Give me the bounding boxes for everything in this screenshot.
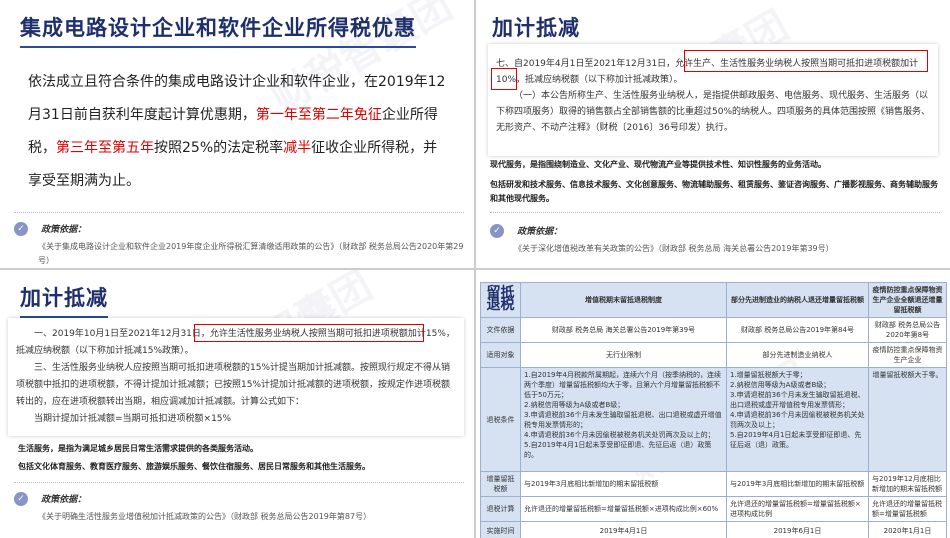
table-row: 实施时间 2019年4月1日 2019年6月1日 2020年1月1日 [480,521,947,538]
panel-super-deduction-15: 财税智囊团 加计抵减 一、2019年10月1日至2021年12月31日，允许生活… [0,270,474,538]
check-icon: ✓ [490,223,504,238]
table-cell: 与2019年3月底相比新增加的期末留抵税额 [520,471,727,497]
basis-label: 政策依据： [517,227,563,237]
definition-text: 生活服务，是指为满足城乡居民日常生活需求提供的各类服务活动。 [18,444,258,453]
basis-label: 政策依据： [41,225,87,235]
policy-basis: ✓ 政策依据： 《关于明确生活性服务业增值税加计抵减政策的公告》（财政部 税务总… [14,488,464,524]
divider [490,212,940,213]
highlight-text: 第三年至第五年 [56,140,154,156]
basis-text: 《关于深化增值税改革有关政策的公告》（财政部 税务总局 海关总署公告2019年第… [514,244,834,253]
highlight-text: 第一年至第二年免征 [255,107,382,123]
table-row: 文件依据 财政部 税务总局 海关总署公告2019年第39号 财政部 税务总局公告… [480,317,947,343]
policy-excerpt: 一、2019年10月1日至2021年12月31日，允许生活性服务业纳税人按照当期… [8,318,464,436]
divider [14,212,464,213]
table-cell: 疫情防控重点保障物资生产企业 [868,342,947,368]
table-cell: 1.自2019年4月税款所属期起，连续六个月（按季纳税的，连续两个季度）增量留抵… [520,367,727,472]
highlight-box [491,68,517,90]
table-row: 退税计算 允许退还的增量留抵税额=增量留抵税额×进项构成比例×60% 允许退还的… [480,496,947,522]
table-title-cell: 留抵退税 [480,282,521,318]
table-cell: 允许退还的增量留抵税额=增量留抵税额×进项构成比例 [726,496,869,522]
text-seg: 按照25%的法定税率 [154,140,284,156]
table-row: 退税条件 1.自2019年4月税款所属期起，连续六个月（按季纳税的，连续两个季度… [480,367,947,472]
table-cell: 1.增量留抵税额大于零； 2.纳税信用等级为A级或者B级； 3.申请退税前36个… [726,367,869,472]
panel-super-deduction-10: 财税智囊团 加计抵减 七、自2019年4月1日至2021年12月31日，允许生产… [476,0,950,268]
row-label: 实施时间 [480,521,521,538]
scope-text: 包括文化体育服务、教育医疗服务、旅游娱乐服务、餐饮住宿服务、居民日常服务和其他生… [18,462,370,471]
table-cell: 2020年1月1日 [868,521,947,538]
table-cell: 财政部 税务总局公告2020年第8号 [868,317,947,343]
highlight-box [684,50,928,72]
basis-text: 《关于集成电路设计企业和软件企业2019年度企业所得税汇算清缴适用政策的公告》（… [38,242,464,265]
row-label: 退税条件 [480,367,521,472]
slide-grid: 财税智囊团 集成电路设计企业和软件企业所得税优惠 依法成立且符合条件的集成电路设… [0,0,950,538]
vat-refund-table: 留抵退税 增值税期末留抵退税制度 部分先进制造业的纳税人退还增量留抵税额 疫情防… [480,282,947,538]
table-cell: 允许退还的增量留抵税额=增量留抵税额×进项构成比例×60% [520,496,727,522]
text-seg: （一）本公告所称生产、生活性服务业纳税人，是指提供邮政服务、电信服务、现代服务、… [496,91,931,133]
table-cell: 与2019年12月底相比新增加的期末留抵税额 [868,471,947,497]
check-icon: ✓ [14,221,28,236]
policy-basis: ✓ 政策依据： 《关于集成电路设计企业和软件企业2019年度企业所得税汇算清缴适… [14,218,464,268]
basis-label: 政策依据： [41,495,87,505]
policy-basis: ✓ 政策依据： 《关于深化增值税改革有关政策的公告》（财政部 税务总局 海关总署… [490,220,940,256]
table-cell: 2019年4月1日 [520,521,727,538]
panel-title: 留抵退税 [486,285,515,313]
column-header: 增值税期末留抵退税制度 [520,282,727,318]
highlight-text: 减半 [283,140,312,156]
definition-text: 现代服务，是指围绕制造业、文化产业、现代物流产业等提供技术性、知识性服务的业务活… [490,160,826,169]
table-cell: 财政部 税务总局 海关总署公告2019年第39号 [520,317,727,343]
panel-title: 集成电路设计企业和软件企业所得税优惠 [20,12,416,48]
panel-vat-refund: 财税智囊团 留抵退税 增值税期末留抵退税制度 部分先进制造业的纳税人退还增量留抵… [476,270,950,538]
table-row: 适用对象 无行业限制 部分先进制造业纳税人 疫情防控重点保障物资生产企业 [480,342,947,368]
table-cell: 财政部 税务总局公告2019年第84号 [726,317,869,343]
policy-excerpt: 七、自2019年4月1日至2021年12月31日，允许生产、生活性服务业纳税人按… [488,44,938,156]
table-row: 增量留抵税额 与2019年3月底相比新增加的期末留抵税额 与2019年3月底相比… [480,471,947,497]
row-label: 适用对象 [480,342,521,368]
table-cell: 部分先进制造业纳税人 [726,342,869,368]
text-seg: 三、生活性服务业纳税人应按照当期可抵扣进项税额的15%计提当期加计抵减额。按照现… [16,363,451,407]
table-cell: 允许退还的增量留抵税额=增量留抵税额 [868,496,947,522]
row-label: 文件依据 [480,317,521,343]
formula-text: 当期计提加计抵减额=当期可抵扣进项税额×15% [34,414,232,424]
table-cell: 增量留抵税额大于零。 [868,367,947,472]
table-cell: 2019年6月1日 [726,521,869,538]
table-cell: 无行业限制 [520,342,727,368]
column-header: 疫情防控重点保障物资生产企业全额退还增量留抵税额 [868,282,947,318]
highlight-box [194,324,424,342]
policy-text: 依法成立且符合条件的集成电路设计企业和软件企业，在2019年12月31日前自获利… [28,66,448,198]
table-cell: 与2019年3月底相比新增加的期末留抵税额 [726,471,869,497]
text-seg: 一、2019年10月1日至2021年12月31日， [34,329,210,339]
text-seg: ，抵减应纳税额（以下称加计抵减政策）。 [516,75,683,85]
panel-ic-design-tax: 财税智囊团 集成电路设计企业和软件企业所得税优惠 依法成立且符合条件的集成电路设… [0,0,474,268]
check-icon: ✓ [14,491,28,506]
column-header: 部分先进制造业的纳税人退还增量留抵税额 [726,282,869,318]
scope-text: 包括研发和技术服务、信息技术服务、文化创意服务、物流辅助服务、租赁服务、鉴证咨询… [490,180,938,203]
row-label: 退税计算 [480,496,521,522]
panel-title: 加计抵减 [492,12,580,48]
basis-text: 《关于明确生活性服务业增值税加计抵减政策的公告》（财政部 税务总局公告2019年… [38,512,372,521]
panel-title: 加计抵减 [20,282,108,318]
text-seg: 七、自2019年4月1日至2021年12月31日， [496,59,676,69]
divider [14,482,464,483]
row-label: 增量留抵税额 [480,471,521,497]
